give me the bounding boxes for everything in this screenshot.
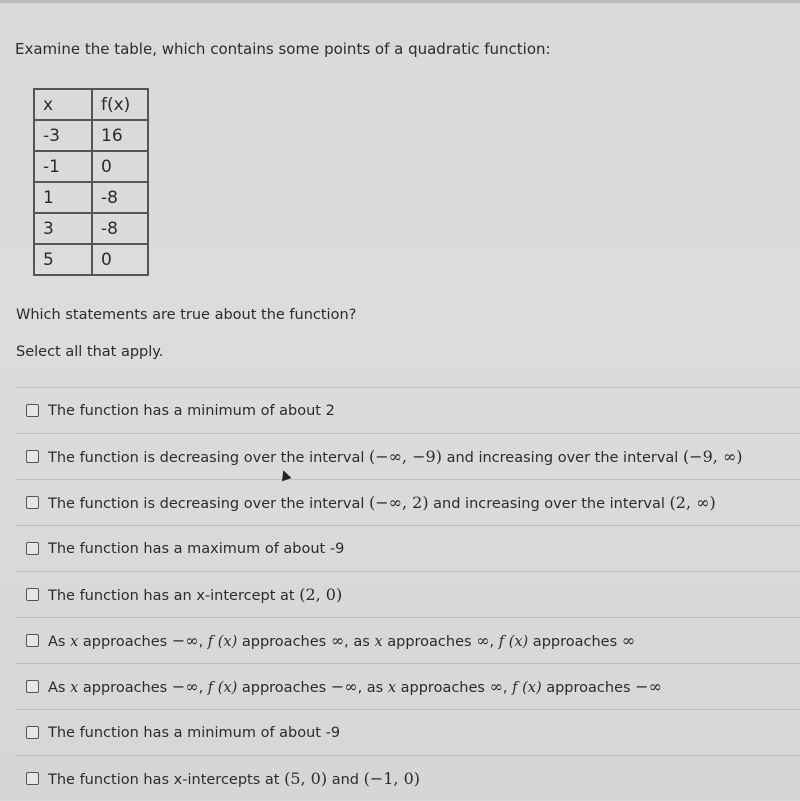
math: f (x) — [207, 680, 238, 696]
text: and — [327, 772, 364, 788]
table-header-row: x f(x) — [33, 88, 149, 121]
options-list: The function has a minimum of about 2 Th… — [16, 387, 800, 801]
option-label: The function has x-intercepts at (5, 0) … — [48, 769, 420, 788]
text: approaches — [382, 634, 477, 650]
text: , — [502, 680, 513, 696]
checkbox[interactable] — [26, 680, 39, 693]
table-row: -3 16 — [33, 119, 149, 152]
math: f (x) — [512, 680, 542, 696]
option-decreasing-2[interactable]: The function is decreasing over the inte… — [16, 479, 800, 525]
text: As — [48, 634, 71, 650]
checkbox[interactable] — [26, 772, 39, 785]
math: ∞ — [489, 677, 503, 696]
table-header-fx: f(x) — [91, 88, 149, 121]
table-cell-fx: -8 — [91, 181, 149, 214]
math: −∞ — [635, 677, 662, 696]
math-point: (5, 0) — [284, 769, 328, 788]
text: approaches — [396, 680, 490, 696]
text: approaches — [78, 634, 172, 650]
table-cell-fx: 16 — [91, 119, 149, 152]
checkbox[interactable] — [26, 450, 39, 463]
table-cell-x: 5 — [33, 243, 93, 276]
option-max-about-neg9[interactable]: The function has a maximum of about -9 — [16, 525, 800, 571]
instruction-text: Select all that apply. — [16, 344, 164, 360]
checkbox[interactable] — [26, 726, 39, 739]
option-label: The function has an x-intercept at (2, 0… — [48, 585, 342, 604]
math: x — [387, 680, 397, 696]
math: f (x) — [207, 634, 238, 650]
table-row: 3 -8 — [33, 212, 149, 245]
text: approaches — [528, 634, 622, 650]
checkbox[interactable] — [26, 496, 39, 509]
checkbox[interactable] — [26, 634, 39, 647]
table-cell-x: 1 — [33, 181, 93, 214]
text: , — [198, 634, 208, 650]
checkbox[interactable] — [26, 542, 39, 555]
math: ∞ — [476, 631, 490, 650]
text: As — [48, 680, 71, 696]
option-label: As x approaches −∞, f (x) approaches ∞, … — [48, 631, 635, 650]
math-interval: (−∞, 2) — [368, 493, 429, 512]
text: , — [198, 680, 208, 696]
text: , as — [344, 634, 375, 650]
table-cell-fx: 0 — [91, 243, 149, 276]
table-cell-fx: -8 — [91, 212, 149, 245]
text: , — [489, 634, 499, 650]
option-end-behavior-down[interactable]: As x approaches −∞, f (x) approaches −∞,… — [16, 663, 800, 709]
option-x-intercept-2[interactable]: The function has an x-intercept at (2, 0… — [16, 571, 800, 617]
text: approaches — [237, 634, 331, 650]
table-row: 1 -8 — [33, 181, 149, 214]
text: approaches — [78, 680, 172, 696]
math: −∞ — [171, 631, 199, 650]
math-point: (2, 0) — [299, 585, 343, 604]
table-cell-x: 3 — [33, 212, 93, 245]
points-table: x f(x) -3 16 -1 0 1 -8 3 -8 50 — [33, 88, 149, 276]
screen-top-edge — [0, 0, 800, 3]
math: ∞ — [330, 631, 345, 650]
table-cell-x: -3 — [33, 119, 93, 152]
text: approaches — [541, 680, 636, 696]
option-label: The function has a minimum of about 2 — [48, 402, 335, 419]
math-point: (−1, 0) — [363, 769, 421, 788]
checkbox[interactable] — [26, 404, 39, 417]
table-row: 50 — [33, 243, 149, 276]
text: The function has x-intercepts at — [48, 772, 285, 788]
table-cell-fx: 0 — [91, 150, 149, 183]
math: ∞ — [621, 631, 636, 650]
math-interval: (−∞, −9) — [368, 447, 442, 466]
table-row: -1 0 — [33, 150, 149, 183]
checkbox[interactable] — [26, 588, 39, 601]
text: and increasing over the interval — [428, 496, 670, 512]
option-label: As x approaches −∞, f (x) approaches −∞,… — [48, 677, 662, 696]
math: −∞ — [171, 677, 199, 696]
table-header-x: x — [33, 88, 93, 121]
text: , as — [357, 680, 388, 696]
option-label: The function has a maximum of about -9 — [48, 540, 345, 557]
math: x — [374, 634, 383, 650]
option-end-behavior-up[interactable]: As x approaches −∞, f (x) approaches ∞, … — [16, 617, 800, 663]
option-decreasing-neg9[interactable]: The function is decreasing over the inte… — [16, 433, 800, 479]
question-text: Which statements are true about the func… — [16, 307, 357, 323]
math: f (x) — [498, 634, 529, 650]
option-label: The function is decreasing over the inte… — [48, 493, 716, 512]
option-x-intercepts-5-neg1[interactable]: The function has x-intercepts at (5, 0) … — [16, 755, 800, 801]
text: The function is decreasing over the inte… — [48, 496, 369, 512]
math-interval: (2, ∞) — [669, 493, 716, 512]
option-label: The function has a minimum of about -9 — [48, 724, 341, 741]
text: The function has an x-intercept at — [48, 588, 300, 604]
text: and increasing over the interval — [441, 450, 683, 466]
text: The function is decreasing over the inte… — [48, 450, 369, 466]
text: approaches — [237, 680, 331, 696]
math-interval: (−9, ∞) — [682, 447, 743, 466]
math: −∞ — [330, 677, 358, 696]
table-cell-x: -1 — [33, 150, 93, 183]
question-prompt: Examine the table, which contains some p… — [15, 40, 551, 58]
option-min-about-2[interactable]: The function has a minimum of about 2 — [16, 387, 800, 433]
option-min-about-neg9[interactable]: The function has a minimum of about -9 — [16, 709, 800, 755]
option-label: The function is decreasing over the inte… — [48, 447, 743, 466]
